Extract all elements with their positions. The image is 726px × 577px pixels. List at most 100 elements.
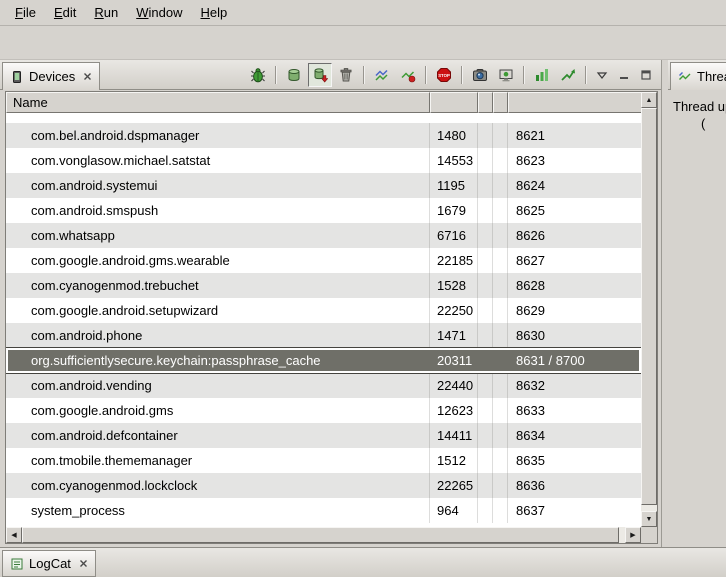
toolbar-separator: [585, 66, 587, 84]
menu-run[interactable]: Run: [85, 1, 127, 24]
tab-logcat[interactable]: LogCat: [2, 550, 96, 577]
cell-pid: 1528: [430, 273, 478, 298]
menu-edit[interactable]: Edit: [45, 1, 85, 24]
minimize-icon: [617, 68, 631, 82]
tab-label: Threads: [697, 69, 726, 84]
cell-empty: [493, 423, 508, 448]
cause-gc-button[interactable]: [334, 63, 358, 87]
table-row[interactable]: com.google.android.setupwizard222508629: [6, 298, 641, 323]
logcat-icon: [10, 557, 24, 571]
cell-pid: 22440: [430, 373, 478, 398]
horizontal-scroll-thumb[interactable]: [22, 527, 619, 543]
close-icon[interactable]: [79, 559, 88, 568]
stop-process-button[interactable]: STOP: [432, 63, 456, 87]
debug-button[interactable]: [246, 63, 270, 87]
cell-pid: 1480: [430, 123, 478, 148]
cell-empty: [493, 298, 508, 323]
table-row[interactable]: com.cyanogenmod.trebuchet1528 8628: [6, 273, 641, 298]
table-header: Name: [6, 92, 641, 113]
dump-hprof-button[interactable]: [308, 63, 332, 87]
table-row[interactable]: com.android.phone14718630: [6, 323, 641, 348]
device-table-body: com.bel.android.dspmanager14808621com.vo…: [6, 113, 641, 527]
svg-text:STOP: STOP: [438, 73, 450, 78]
table-row[interactable]: com.cyanogenmod.lockclock222658636: [6, 473, 641, 498]
screen-record-icon: [498, 67, 514, 83]
cell-empty: [493, 273, 508, 298]
view-menu-button[interactable]: [592, 63, 612, 87]
vertical-scrollbar[interactable]: ▲ ▼: [641, 92, 657, 527]
cell-pid: 1471: [430, 323, 478, 348]
cell-empty: [478, 473, 493, 498]
tab-devices[interactable]: Devices: [2, 62, 100, 90]
update-threads-button[interactable]: [370, 63, 394, 87]
horizontal-scrollbar[interactable]: ◀ ▶: [6, 527, 641, 543]
cell-pid: 14553: [430, 148, 478, 173]
cell-empty: [478, 448, 493, 473]
update-heap-button[interactable]: [282, 63, 306, 87]
table-row[interactable]: system_process9648637: [6, 498, 641, 523]
table-row[interactable]: com.android.systemui11958624: [6, 173, 641, 198]
cell-port: 8624: [508, 173, 641, 198]
table-row[interactable]: com.bel.android.dspmanager14808621: [6, 123, 641, 148]
column-header-name[interactable]: Name: [6, 92, 430, 113]
menu-file[interactable]: File: [6, 1, 45, 24]
method-profiling-button[interactable]: [396, 63, 420, 87]
tab-threads[interactable]: Threads: [670, 62, 726, 90]
chart-bars-button[interactable]: [530, 63, 554, 87]
cell-empty: [493, 248, 508, 273]
table-row[interactable]: com.android.defcontainer144118634: [6, 423, 641, 448]
scroll-up-button[interactable]: ▲: [641, 92, 657, 108]
table-row[interactable]: com.tmobile.thememanager15128635: [6, 448, 641, 473]
device-icon: [10, 70, 24, 84]
screen-record-button[interactable]: [494, 63, 518, 87]
table-row[interactable]: com.whatsapp67168626: [6, 223, 641, 248]
cell-pid: 12623: [430, 398, 478, 423]
cell-pid: 22250: [430, 298, 478, 323]
scroll-left-button[interactable]: ◀: [6, 527, 22, 543]
cell-empty: [493, 323, 508, 348]
table-row[interactable]: com.android.vending224408632: [6, 373, 641, 398]
cell-name: org.sufficientlysecure.keychain:passphra…: [6, 348, 430, 373]
cell-port: 8631 / 8700: [508, 348, 641, 373]
minimize-button[interactable]: [614, 63, 634, 87]
cell-pid: 22265: [430, 473, 478, 498]
menu-help[interactable]: Help: [191, 1, 236, 24]
cell-port: 8628: [508, 273, 641, 298]
dump-hprof-icon: [312, 67, 328, 83]
toolbar-separator: [363, 66, 365, 84]
cell-name: com.android.vending: [6, 373, 430, 398]
cell-port: 8634: [508, 423, 641, 448]
maximize-button[interactable]: [636, 63, 656, 87]
cell-port: 8621: [508, 123, 641, 148]
devices-panel: Devices: [0, 60, 662, 547]
cell-empty: [478, 498, 493, 523]
cell-pid: 20311: [430, 348, 478, 373]
chart-line-button[interactable]: [556, 63, 580, 87]
cell-empty: [478, 398, 493, 423]
table-row[interactable]: com.google.android.gms126238633: [6, 398, 641, 423]
cell-empty: [493, 373, 508, 398]
table-row[interactable]: com.google.android.gms.wearable221858627: [6, 248, 641, 273]
cell-name: com.tmobile.thememanager: [6, 448, 430, 473]
menu-window[interactable]: Window: [127, 1, 191, 24]
table-row[interactable]: com.android.smspush16798625: [6, 198, 641, 223]
cell-empty: [478, 373, 493, 398]
cell-pid: 1679: [430, 198, 478, 223]
cell-name: com.cyanogenmod.trebuchet: [6, 273, 430, 298]
scroll-down-button[interactable]: ▼: [641, 511, 657, 527]
cell-empty: [493, 173, 508, 198]
close-icon[interactable]: [83, 72, 92, 81]
cell-empty: [478, 223, 493, 248]
cell-empty: [493, 398, 508, 423]
cell-name: com.google.android.setupwizard: [6, 298, 430, 323]
cell-pid: 22185: [430, 248, 478, 273]
table-row[interactable]: com.vonglasow.michael.satstat145538623: [6, 148, 641, 173]
vertical-scroll-thumb[interactable]: [641, 108, 657, 505]
devices-toolbar: STOP: [246, 62, 656, 88]
screen-capture-button[interactable]: [468, 63, 492, 87]
debug-icon: [250, 67, 266, 83]
cell-name: com.google.android.gms: [6, 398, 430, 423]
cell-empty: [478, 323, 493, 348]
scroll-right-button[interactable]: ▶: [625, 527, 641, 543]
table-row[interactable]: org.sufficientlysecure.keychain:passphra…: [6, 348, 641, 373]
